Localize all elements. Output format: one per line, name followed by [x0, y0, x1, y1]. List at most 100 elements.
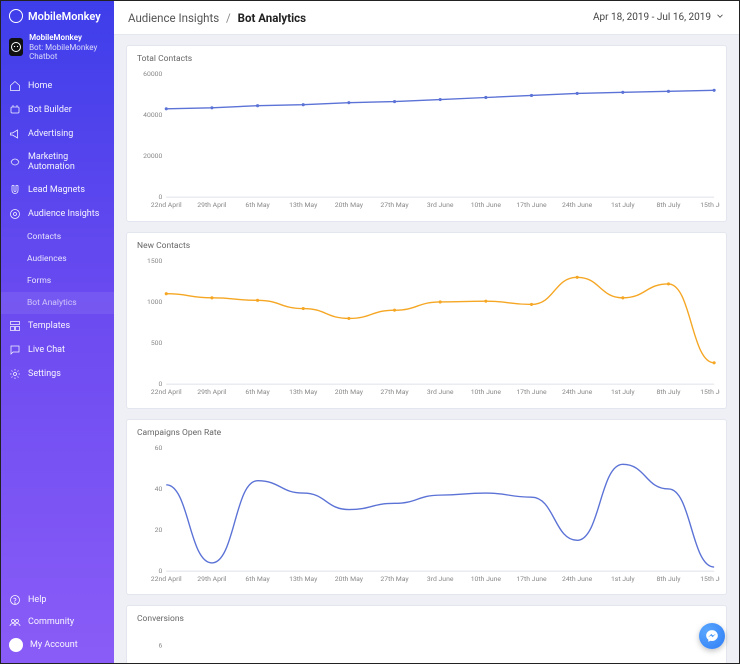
nav-lead-magnets-label: Lead Magnets	[28, 185, 85, 195]
chart-title: Conversions	[137, 614, 720, 624]
nav-community[interactable]: Community	[1, 611, 114, 633]
marketing-automation-icon	[9, 156, 21, 168]
nav-settings-label: Settings	[28, 369, 61, 379]
nav-audience-insights[interactable]: Audience Insights	[1, 202, 114, 226]
nav-audiences[interactable]: Audiences	[1, 248, 114, 270]
svg-text:10th June: 10th June	[471, 201, 502, 209]
nav-lead-magnets[interactable]: Lead Magnets	[1, 178, 114, 202]
svg-text:60000: 60000	[143, 70, 162, 78]
bot-avatar-icon	[9, 38, 23, 56]
bottom-nav: Help Community My Account	[1, 589, 114, 663]
home-icon	[9, 80, 21, 92]
svg-text:15th July: 15th July	[700, 201, 720, 209]
svg-text:27th May: 27th May	[380, 574, 409, 582]
chart-title: Total Contacts	[137, 54, 720, 64]
nav-live-chat[interactable]: Live Chat	[1, 338, 114, 362]
nav-bot-analytics-label: Bot Analytics	[27, 298, 77, 308]
nav-advertising-label: Advertising	[28, 129, 73, 139]
nav-audience-insights-label: Audience Insights	[28, 209, 99, 219]
chart-campaigns-open-rate: 020406022nd April29th April6th May13th M…	[133, 442, 720, 589]
svg-text:10th June: 10th June	[471, 388, 502, 396]
nav-help[interactable]: Help	[1, 589, 114, 611]
svg-text:40: 40	[155, 484, 163, 492]
settings-icon	[9, 368, 21, 380]
svg-text:1000: 1000	[147, 298, 163, 306]
svg-text:22nd April: 22nd April	[151, 574, 182, 582]
nav-templates[interactable]: Templates	[1, 314, 114, 338]
svg-text:24th June: 24th June	[562, 574, 593, 582]
svg-text:17th June: 17th June	[516, 201, 547, 209]
breadcrumb-sep: /	[226, 11, 231, 25]
svg-text:60: 60	[155, 443, 163, 451]
svg-text:1500: 1500	[147, 257, 163, 265]
main-area: Audience Insights / Bot Analytics Apr 18…	[114, 1, 739, 663]
svg-text:22nd April: 22nd April	[151, 201, 182, 209]
bot-sub: Bot: MobileMonkey Chatbot	[29, 43, 106, 62]
messenger-icon	[705, 629, 719, 643]
chart-conversions: 46	[133, 628, 720, 663]
nav-marketing-automation[interactable]: Marketing Automation	[1, 146, 114, 178]
svg-text:29th April: 29th April	[197, 201, 227, 209]
svg-text:6: 6	[159, 642, 163, 650]
date-range-picker[interactable]: Apr 18, 2019 - Jul 16, 2019	[593, 11, 725, 24]
svg-text:13th May: 13th May	[289, 388, 318, 396]
chart-title: New Contacts	[137, 241, 720, 251]
chart-total-contacts: 0 20000 40000 60000 22nd April 29th April 6th …	[133, 68, 720, 215]
nav-contacts-label: Contacts	[27, 232, 61, 242]
svg-text:500: 500	[151, 339, 163, 347]
account-avatar-icon	[9, 638, 23, 652]
svg-text:1st July: 1st July	[611, 388, 635, 396]
bot-selector[interactable]: MobileMonkey Bot: MobileMonkey Chatbot	[1, 29, 114, 70]
svg-text:1st July: 1st July	[611, 201, 635, 209]
brand-logo-icon	[9, 9, 23, 23]
templates-icon	[9, 320, 21, 332]
nav-community-label: Community	[28, 617, 74, 627]
chart-card-campaigns-open-rate: Campaigns Open Rate 020406022nd April29t…	[126, 419, 727, 596]
svg-text:29th April: 29th April	[197, 574, 227, 582]
breadcrumb-2: Bot Analytics	[238, 11, 306, 25]
audience-insights-icon	[9, 208, 21, 220]
svg-text:20000: 20000	[143, 152, 162, 160]
advertising-icon	[9, 128, 21, 140]
nav-live-chat-label: Live Chat	[28, 345, 65, 355]
chart-card-conversions: Conversions 46	[126, 605, 727, 663]
svg-text:15th July: 15th July	[700, 574, 720, 582]
nav-home[interactable]: Home	[1, 74, 114, 98]
svg-text:20th May: 20th May	[335, 201, 364, 209]
svg-text:13th May: 13th May	[289, 574, 318, 582]
nav-audiences-label: Audiences	[27, 254, 67, 264]
svg-text:6th May: 6th May	[245, 201, 270, 209]
svg-text:27th May: 27th May	[380, 388, 409, 396]
svg-text:3rd June: 3rd June	[427, 201, 454, 209]
nav-home-label: Home	[28, 81, 52, 91]
svg-text:24th June: 24th June	[562, 201, 593, 209]
breadcrumb-1: Audience Insights	[128, 11, 219, 25]
nav-advertising[interactable]: Advertising	[1, 122, 114, 146]
svg-text:3rd June: 3rd June	[427, 574, 454, 582]
svg-text:24th June: 24th June	[562, 388, 593, 396]
svg-text:40000: 40000	[143, 111, 162, 119]
bot-info: MobileMonkey Bot: MobileMonkey Chatbot	[29, 33, 106, 62]
content-scroll[interactable]: Total Contacts 0 20000 40000 60000 22nd Apri…	[114, 35, 739, 663]
nav-forms[interactable]: Forms	[1, 270, 114, 292]
svg-text:10th June: 10th June	[471, 574, 502, 582]
breadcrumb: Audience Insights / Bot Analytics	[128, 11, 306, 25]
svg-text:8th July: 8th July	[656, 574, 681, 582]
svg-text:20th May: 20th May	[335, 388, 364, 396]
chart-new-contacts: 05001000150022nd April29th April6th May1…	[133, 255, 720, 402]
svg-text:20th May: 20th May	[335, 574, 364, 582]
nav-bot-analytics[interactable]: Bot Analytics	[1, 292, 114, 314]
svg-text:29th April: 29th April	[197, 388, 227, 396]
nav-bot-builder[interactable]: Bot Builder	[1, 98, 114, 122]
nav-contacts[interactable]: Contacts	[1, 226, 114, 248]
nav-settings[interactable]: Settings	[1, 362, 114, 386]
live-chat-icon	[9, 344, 21, 356]
svg-text:0: 0	[159, 193, 163, 201]
messenger-fab[interactable]	[699, 623, 725, 649]
svg-text:17th June: 17th June	[516, 388, 547, 396]
lead-magnets-icon	[9, 184, 21, 196]
nav-my-account[interactable]: My Account	[1, 633, 114, 657]
community-icon	[9, 616, 21, 628]
chevron-down-icon	[715, 11, 725, 24]
svg-text:0: 0	[159, 380, 163, 388]
